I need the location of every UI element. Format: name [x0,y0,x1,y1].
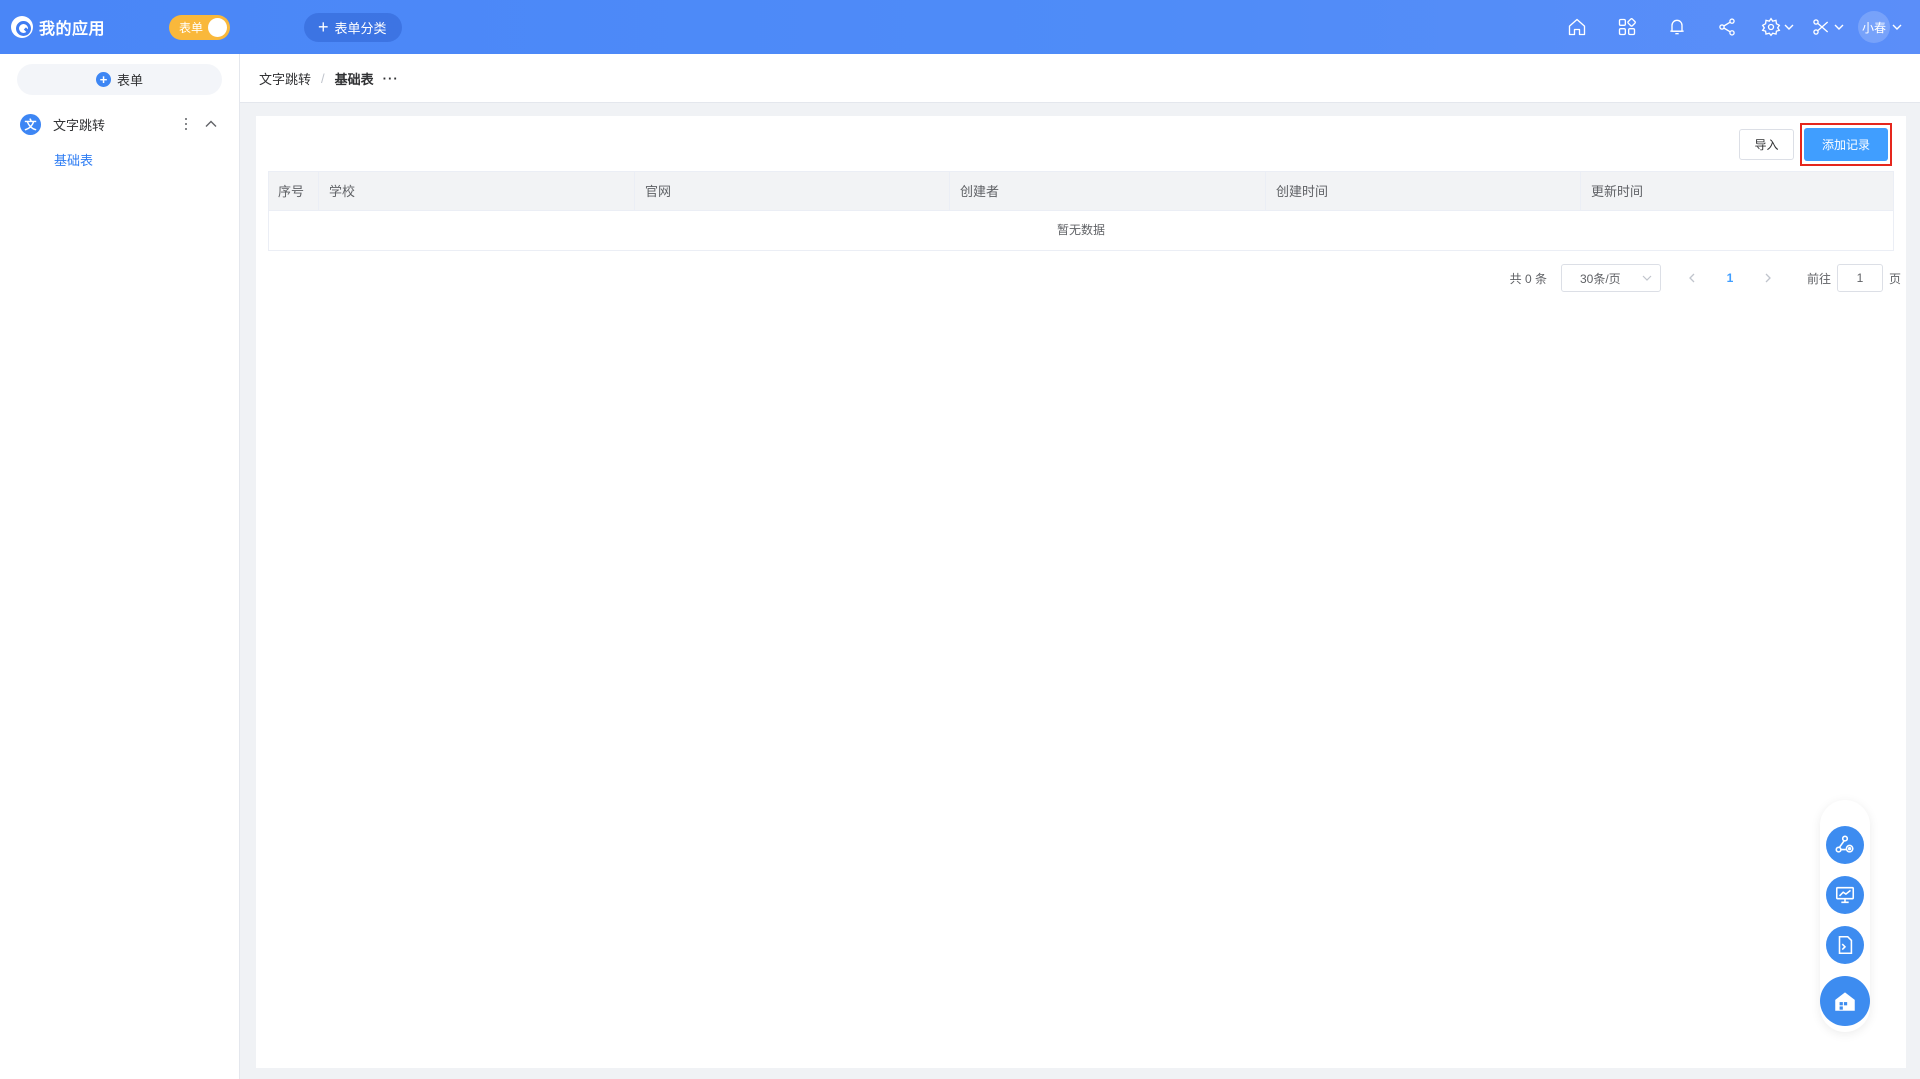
toggle-label: 表单 [179,20,204,35]
home-icon [1568,18,1586,36]
user-menu[interactable]: 小春 [1858,11,1902,43]
chevron-down-icon [1892,24,1902,30]
pagination: 共 0 条 30条/页 1 前往 页 [1510,264,1906,292]
import-button[interactable]: 导入 [1739,129,1794,160]
user-avatar: 小春 [1858,11,1890,43]
home-button[interactable] [1552,0,1602,54]
chevron-down-icon [1834,24,1843,30]
sidebar-item-basic-table[interactable]: 基础表 [0,152,239,170]
data-table: 序号 学校 官网 创建者 创建时间 更新时间 暂无数据 [268,171,1894,251]
next-page-button[interactable] [1753,264,1783,292]
app-brand[interactable]: 我的应用 [11,15,105,39]
column-header-website[interactable]: 官网 [635,172,950,211]
plus-icon: + [318,17,329,37]
prev-page-button[interactable] [1677,264,1707,292]
page-size-value: 30条/页 [1579,271,1621,286]
column-header-index[interactable]: 序号 [269,172,319,211]
column-header-school[interactable]: 学校 [319,172,635,211]
plus-circle-icon: + [95,72,111,87]
pagination-total: 共 0 条 [1509,271,1547,286]
dashboard-button[interactable] [1826,876,1864,914]
goto-suffix: 页 [1888,271,1901,286]
workflow-button[interactable] [1826,826,1864,864]
page-size-select[interactable]: 30条/页 [1560,264,1661,292]
script-button[interactable] [1826,926,1864,964]
column-header-creator[interactable]: 创建者 [950,172,1266,211]
script-icon [1838,935,1853,955]
tools-icon [1812,19,1828,35]
chevron-down-icon [1784,24,1793,30]
goto-page-input[interactable] [1836,264,1883,292]
breadcrumb-current: 基础表 [334,71,374,87]
apps-button[interactable] [1602,0,1652,54]
settings-dropdown[interactable] [1752,0,1802,54]
app-title: 我的应用 [39,21,106,38]
gear-icon [1761,17,1780,37]
add-record-button[interactable]: 添加记录 [1804,128,1888,161]
empty-state-text: 暂无数据 [1056,223,1105,237]
toggle-knob [208,17,228,37]
goto-prefix: 前往 [1806,271,1831,286]
group-avatar-icon: 文 [20,113,41,135]
floating-toolbar [1820,800,1870,1032]
home-portal-icon [1835,992,1855,1011]
add-form-category-button[interactable]: + 表单分类 [304,12,402,42]
chevron-down-icon [1642,275,1652,281]
form-mode-toggle[interactable]: 表单 [169,14,231,40]
sidebar-group-label: 文字跳转 [53,117,106,133]
add-form-category-label: 表单分类 [334,20,387,36]
app-logo-icon [11,16,33,38]
add-form-label: 表单 [116,73,143,88]
more-vertical-icon[interactable] [181,116,191,132]
column-header-updated-time[interactable]: 更新时间 [1581,172,1893,211]
breadcrumb: 文字跳转 / 基础表 ··· [240,54,1920,103]
chevron-right-icon [1765,273,1771,283]
breadcrumb-separator: / [321,70,325,86]
topbar-actions: 小春 [1552,0,1902,54]
more-horizontal-icon[interactable]: ··· [383,71,399,86]
main-panel: 导入 添加记录 序号 学校 官网 创建者 创建时间 更新时间 暂无数据 共 0 … [256,116,1906,1068]
table-header: 序号 学校 官网 创建者 创建时间 更新时间 [269,172,1893,211]
page-number-current[interactable]: 1 [1715,264,1745,292]
bell-icon [1670,19,1684,35]
column-header-created-time[interactable]: 创建时间 [1266,172,1581,211]
share-icon [1719,18,1735,36]
breadcrumb-parent[interactable]: 文字跳转 [259,69,311,88]
notifications-button[interactable] [1652,0,1702,54]
dashboard-icon [1835,886,1855,904]
add-form-button[interactable]: + 表单 [17,64,222,95]
top-navbar: 我的应用 表单 + 表单分类 小春 [0,0,1920,54]
workflow-icon [1835,835,1854,853]
tools-dropdown[interactable] [1802,0,1852,54]
chevron-up-icon[interactable] [203,116,219,132]
chevron-left-icon [1689,273,1695,283]
sidebar-group-text-jump[interactable]: 文 文字跳转 [0,112,239,136]
apps-grid-icon [1618,18,1636,36]
portal-home-button[interactable] [1820,976,1870,1026]
share-button[interactable] [1702,0,1752,54]
sidebar: + 表单 文 文字跳转 基础表 [0,54,240,1079]
